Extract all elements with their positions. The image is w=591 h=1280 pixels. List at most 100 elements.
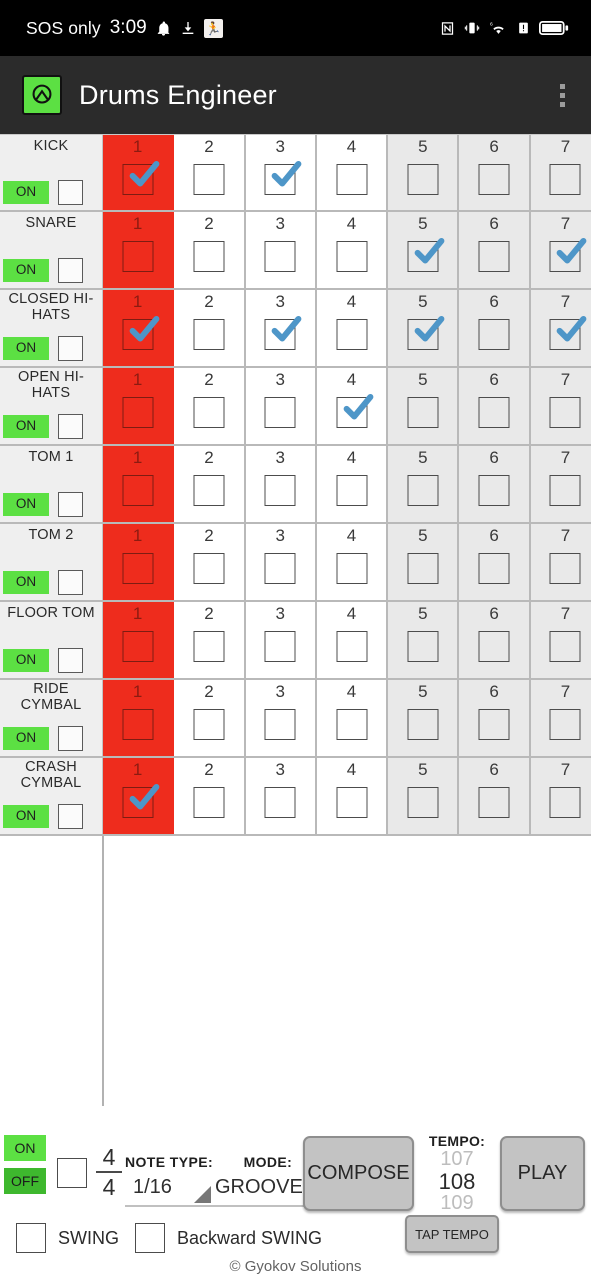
step-checkbox[interactable] (336, 475, 368, 506)
step-cell[interactable]: 1 (103, 368, 175, 444)
step-checkbox[interactable] (264, 787, 296, 818)
step-checkbox[interactable] (336, 241, 368, 272)
step-checkbox[interactable] (193, 241, 225, 272)
step-cell[interactable]: 3 (245, 758, 317, 834)
step-checkbox[interactable] (193, 164, 225, 195)
step-checkbox[interactable] (478, 709, 510, 740)
tempo-current[interactable]: 108 (419, 1170, 495, 1193)
row-mute-checkbox[interactable] (58, 336, 83, 361)
step-cell[interactable]: 4 (316, 758, 389, 834)
tempo-previous[interactable]: 107 (419, 1149, 495, 1170)
row-mute-checkbox[interactable] (58, 726, 83, 751)
row-mute-checkbox[interactable] (58, 648, 83, 673)
step-checkbox[interactable] (549, 787, 581, 818)
step-checkbox[interactable] (478, 164, 510, 195)
step-cell[interactable]: 5 (388, 135, 460, 210)
step-checkbox[interactable] (336, 787, 368, 818)
step-cell[interactable]: 5 (388, 680, 460, 756)
step-cell[interactable]: 5 (388, 602, 460, 678)
step-cell[interactable]: 3 (245, 602, 317, 678)
step-cell[interactable]: 2 (174, 758, 246, 834)
step-checkbox[interactable] (122, 709, 154, 740)
step-checkbox[interactable] (336, 164, 368, 195)
step-checkbox[interactable] (122, 553, 154, 584)
step-checkbox[interactable] (549, 397, 581, 428)
step-cell[interactable]: 4 (316, 135, 389, 210)
step-cell[interactable]: 7 (530, 524, 591, 600)
step-cell[interactable]: 2 (174, 212, 246, 288)
step-checkbox[interactable] (193, 631, 225, 662)
play-button[interactable]: PLAY (500, 1136, 585, 1211)
row-enable-button[interactable]: ON (3, 493, 49, 516)
step-checkbox[interactable] (478, 397, 510, 428)
step-checkbox[interactable] (478, 787, 510, 818)
step-cell[interactable]: 7 (530, 602, 591, 678)
step-cell[interactable]: 2 (174, 524, 246, 600)
step-checkbox[interactable] (478, 631, 510, 662)
step-cell[interactable]: 6 (459, 135, 531, 210)
step-cell[interactable]: 1 (103, 524, 175, 600)
step-checkbox[interactable] (122, 397, 154, 428)
row-mute-checkbox[interactable] (58, 258, 83, 283)
step-checkbox[interactable] (122, 315, 160, 350)
step-checkbox[interactable] (193, 397, 225, 428)
master-on-button[interactable]: ON (4, 1135, 46, 1161)
step-cell[interactable]: 7 (530, 212, 591, 288)
time-signature[interactable]: 4 4 (96, 1146, 122, 1199)
tap-tempo-button[interactable]: TAP TEMPO (405, 1215, 499, 1253)
step-cell[interactable]: 1 (103, 135, 175, 210)
row-enable-button[interactable]: ON (3, 571, 49, 594)
overflow-menu-icon[interactable] (552, 74, 573, 117)
step-cell[interactable]: 6 (459, 680, 531, 756)
swing-checkbox[interactable] (16, 1223, 46, 1253)
row-mute-checkbox[interactable] (58, 414, 83, 439)
step-checkbox[interactable] (336, 393, 373, 428)
step-cell[interactable]: 1 (103, 290, 175, 366)
step-checkbox[interactable] (336, 631, 368, 662)
step-cell[interactable]: 1 (103, 602, 175, 678)
step-checkbox[interactable] (122, 631, 154, 662)
row-mute-checkbox[interactable] (58, 570, 83, 595)
note-type-field[interactable]: 1/16 (125, 1174, 214, 1207)
step-checkbox[interactable] (122, 241, 154, 272)
row-enable-button[interactable]: ON (3, 727, 49, 750)
tempo-next[interactable]: 109 (419, 1193, 495, 1214)
step-checkbox[interactable] (478, 241, 510, 272)
row-enable-button[interactable]: ON (3, 805, 49, 828)
step-cell[interactable]: 6 (459, 290, 531, 366)
step-cell[interactable]: 2 (174, 602, 246, 678)
step-checkbox[interactable] (549, 553, 581, 584)
step-checkbox[interactable] (549, 164, 581, 195)
step-checkbox[interactable] (336, 319, 368, 350)
tempo-picker[interactable]: TEMPO: 107 108 109 (419, 1133, 495, 1214)
step-checkbox[interactable] (407, 237, 445, 272)
step-checkbox[interactable] (264, 709, 296, 740)
step-checkbox[interactable] (549, 475, 581, 506)
step-checkbox[interactable] (264, 315, 302, 350)
step-cell[interactable]: 7 (530, 446, 591, 522)
step-checkbox[interactable] (549, 315, 587, 350)
step-checkbox[interactable] (407, 787, 439, 818)
step-cell[interactable]: 2 (174, 446, 246, 522)
step-cell[interactable]: 5 (388, 524, 460, 600)
step-checkbox[interactable] (478, 475, 510, 506)
step-cell[interactable]: 3 (245, 135, 317, 210)
step-cell[interactable]: 4 (316, 368, 389, 444)
row-enable-button[interactable]: ON (3, 181, 49, 204)
row-mute-checkbox[interactable] (58, 180, 83, 205)
step-checkbox[interactable] (264, 553, 296, 584)
step-checkbox[interactable] (407, 164, 439, 195)
step-cell[interactable]: 5 (388, 446, 460, 522)
step-checkbox[interactable] (264, 241, 296, 272)
step-cell[interactable]: 1 (103, 212, 175, 288)
step-cell[interactable]: 6 (459, 758, 531, 834)
step-checkbox[interactable] (407, 397, 439, 428)
step-checkbox[interactable] (264, 631, 296, 662)
step-checkbox[interactable] (478, 319, 510, 350)
step-cell[interactable]: 5 (388, 368, 460, 444)
step-cell[interactable]: 7 (530, 680, 591, 756)
row-enable-button[interactable]: ON (3, 337, 49, 360)
step-cell[interactable]: 6 (459, 524, 531, 600)
step-cell[interactable]: 4 (316, 680, 389, 756)
step-cell[interactable]: 6 (459, 446, 531, 522)
